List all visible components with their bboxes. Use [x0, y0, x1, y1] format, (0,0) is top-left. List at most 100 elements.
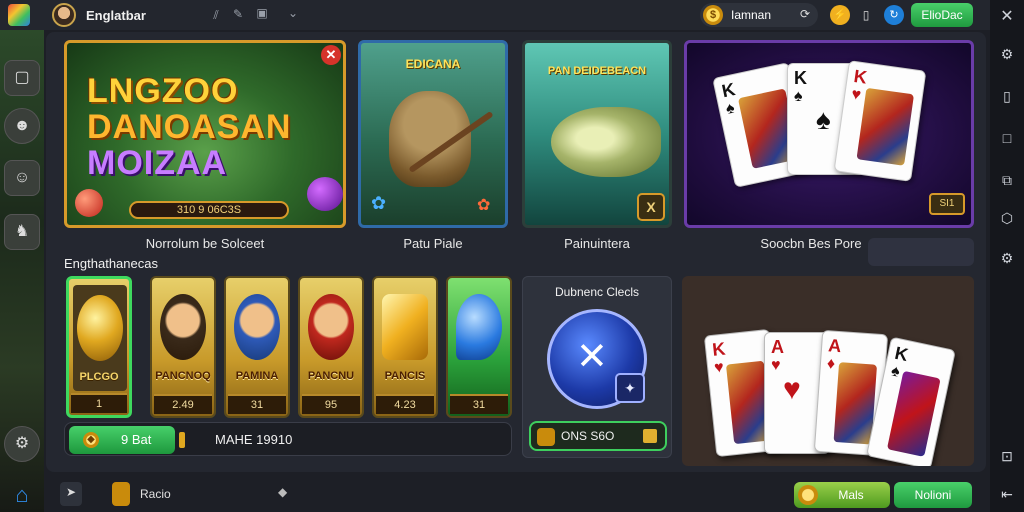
claim-button-label: 9 Bat: [121, 432, 152, 447]
item-slot[interactable]: PLCGO 1: [66, 276, 132, 418]
claim-progress-text: MAHE 19910: [215, 432, 293, 447]
card-game-panel[interactable]: K ♥ A ♥ ♥ A ♦ K ♠: [682, 276, 974, 466]
flower-icon: ✿: [371, 193, 387, 213]
item-label: PLCGO: [79, 371, 119, 383]
refresh-icon[interactable]: ⟳: [800, 7, 810, 21]
featured-title: LNGZOO DANOASAN MOIZAA: [87, 73, 327, 181]
game-tile-3-badge: SI1: [929, 193, 965, 215]
close-icon[interactable]: ✕: [321, 45, 341, 65]
status-bar: ➤ Racio ◆ Mals Nolioni: [46, 476, 990, 512]
app-root: Englatbar ⫽ ✎ ▣ ⌄ $ Iamnan ⟳ ⚡ ▯ ↻ ElioD…: [0, 0, 1024, 512]
card-rank: K: [720, 79, 737, 102]
rail-item-settings[interactable]: ⚙: [4, 426, 40, 462]
window-icon[interactable]: ▣: [254, 6, 270, 20]
expand-icon[interactable]: ⊡: [990, 448, 1024, 465]
square-icon[interactable]: □: [990, 130, 1024, 146]
claim-bar: ◆ 9 Bat MAHE 19910: [64, 422, 512, 456]
nolioni-button[interactable]: Nolioni: [894, 482, 972, 508]
close-icon[interactable]: ✕: [990, 6, 1024, 26]
gear-icon[interactable]: ⚙: [990, 46, 1024, 63]
avatar[interactable]: [52, 3, 76, 27]
item-label: PANCNU: [307, 370, 355, 382]
featured-title-line2: DANOASAN: [87, 108, 292, 146]
item-count: 31: [450, 394, 508, 414]
berry-icon: [307, 177, 343, 211]
phone-icon[interactable]: ▯: [990, 88, 1024, 105]
tournament-button[interactable]: ONS S6O: [529, 421, 667, 451]
right-rail: ✕ ⚙ ▯ □ ⧉ ⬡ ⚙ ⊡ ⇤: [990, 0, 1024, 512]
featured-game-card[interactable]: LNGZOO DANOASAN MOIZAA 310 9 06C3S ✕: [64, 40, 346, 228]
featured-title-line1: LNGZOO: [87, 72, 239, 110]
top-action-button[interactable]: ElioDac: [911, 3, 973, 27]
chevron-down-icon[interactable]: ⌄: [285, 6, 301, 20]
pin-icon[interactable]: ⫽: [208, 8, 224, 23]
copy-icon[interactable]: ⧉: [990, 172, 1024, 189]
character-icon: [234, 294, 280, 360]
close-icon[interactable]: X: [637, 193, 665, 221]
item-label: PANCNOQ: [155, 370, 211, 382]
mals-button[interactable]: Mals: [794, 482, 890, 508]
game-tile-1-label: EDICANA: [405, 57, 461, 71]
back-arrow-icon[interactable]: ⇤: [990, 486, 1024, 503]
item-slot[interactable]: PAMINA 31: [224, 276, 290, 418]
game-tile-3-caption: Soocbn Bes Pore: [760, 236, 862, 251]
game-tile-2[interactable]: PAN DEIDEBEACN X: [522, 40, 672, 228]
crossed-swords-icon: ✕: [576, 336, 608, 378]
claim-button[interactable]: ◆ 9 Bat: [69, 426, 175, 454]
game-tile-2-label: PAN DEIDEBEACN: [547, 65, 647, 77]
gold-coins-icon: [77, 295, 123, 361]
tournament-panel[interactable]: Dubnenc Clecls ✕ ✦ ONS S6O: [522, 276, 672, 458]
game-tile-3[interactable]: K ♠ K ♠ ♠ K ♥ SI1: [684, 40, 974, 228]
share-icon[interactable]: ↻: [884, 5, 904, 25]
coin-icon: $: [703, 5, 723, 25]
item-count: 2.49: [154, 394, 212, 414]
save-icon[interactable]: ▯: [856, 5, 876, 25]
edit-icon[interactable]: ✎: [230, 7, 246, 21]
gem-icon: [75, 189, 103, 217]
rail-item-game-1[interactable]: ▢: [4, 60, 40, 96]
playing-card: K ♥: [833, 60, 927, 182]
card-rank: A: [771, 337, 784, 357]
card-face-art: [886, 370, 941, 457]
rail-item-game-2[interactable]: ☻: [4, 108, 40, 144]
spade-icon: ♠: [816, 104, 831, 135]
shield-icon[interactable]: ⬡: [990, 210, 1024, 227]
featured-caption: Norrolum be Solceet: [145, 236, 265, 251]
item-count: 31: [228, 394, 286, 414]
section-title: Engthathanecas: [64, 256, 158, 271]
character-icon: [160, 294, 206, 360]
settings-icon[interactable]: ⚙: [990, 250, 1024, 267]
pin-icon[interactable]: ➤: [60, 482, 82, 506]
app-title: Englatbar: [86, 7, 146, 23]
fish-icon: [551, 107, 661, 177]
card-rank: A: [827, 335, 842, 357]
lightning-icon[interactable]: ⚡: [830, 5, 850, 25]
game-tile-1-caption: Patu Piale: [403, 236, 463, 251]
item-label: PANCIS: [384, 370, 426, 382]
home-icon[interactable]: ⌂: [0, 478, 44, 512]
bag-icon[interactable]: [112, 482, 130, 506]
card-face-art: [856, 87, 915, 166]
diamond-icon[interactable]: ◆: [278, 485, 287, 499]
item-slot[interactable]: 31: [446, 276, 512, 418]
rail-item-game-3[interactable]: ☺: [4, 160, 40, 196]
divider-icon: [179, 432, 185, 448]
item-slot[interactable]: PANCNU 95: [298, 276, 364, 418]
water-drop-icon: [456, 294, 502, 360]
main-panel: LNGZOO DANOASAN MOIZAA 310 9 06C3S ✕ Nor…: [46, 32, 986, 472]
app-logo-icon[interactable]: [8, 4, 30, 26]
coin-balance[interactable]: $ Iamnan ⟳: [700, 3, 818, 27]
diamond-icon: ♦: [826, 355, 836, 373]
game-tile-1[interactable]: EDICANA ✿ ✿: [358, 40, 508, 228]
card-rank: K: [711, 338, 727, 360]
top-bar: Englatbar ⫽ ✎ ▣ ⌄ $ Iamnan ⟳ ⚡ ▯ ↻ ElioD…: [0, 0, 990, 30]
spade-icon: ♠: [889, 362, 902, 381]
heart-icon: ♥: [771, 357, 781, 374]
bell-icon: [382, 294, 428, 360]
item-slot[interactable]: PANCNOQ 2.49: [150, 276, 216, 418]
spade-icon: ♠: [794, 88, 803, 105]
item-slot[interactable]: PANCIS 4.23: [372, 276, 438, 418]
left-rail: ▢ ☻ ☺ ♞ ⚙ ⌂: [0, 30, 44, 512]
rail-item-game-4[interactable]: ♞: [4, 214, 40, 250]
coin-balance-label: Iamnan: [731, 8, 772, 22]
